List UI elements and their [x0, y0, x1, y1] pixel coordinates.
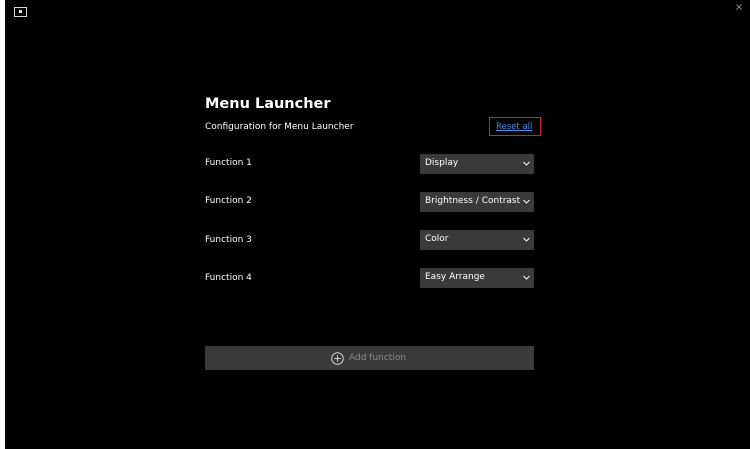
function-4-label: Function 4 — [205, 273, 252, 283]
app-icon — [14, 7, 27, 17]
close-button[interactable]: × — [733, 2, 745, 14]
reset-all-link[interactable]: Reset all — [496, 122, 532, 132]
menu-launcher-window: × Menu Launcher Configuration for Menu L… — [5, 0, 750, 449]
chevron-down-icon — [523, 161, 530, 166]
function-3-label: Function 3 — [205, 235, 252, 245]
add-function-content: Add function — [331, 351, 406, 365]
page-subtitle: Configuration for Menu Launcher — [205, 122, 354, 132]
page-title: Menu Launcher — [205, 96, 331, 112]
function-2-label: Function 2 — [205, 196, 252, 206]
function-3-select[interactable]: Color — [420, 230, 534, 250]
function-4-select[interactable]: Easy Arrange — [420, 268, 534, 288]
add-function-button[interactable]: Add function — [205, 346, 534, 370]
function-3-value: Color — [425, 234, 449, 244]
chevron-down-icon — [523, 275, 530, 280]
function-2-value: Brightness / Contrast — [425, 196, 521, 206]
function-1-select[interactable]: Display — [420, 154, 534, 174]
plus-circle-icon — [331, 351, 344, 365]
function-4-value: Easy Arrange — [425, 272, 485, 282]
add-function-label: Add function — [349, 353, 407, 363]
function-1-value: Display — [425, 158, 459, 168]
chevron-down-icon — [523, 237, 530, 242]
function-2-select[interactable]: Brightness / Contrast — [420, 192, 534, 212]
function-1-label: Function 1 — [205, 158, 252, 168]
chevron-down-icon — [523, 199, 530, 204]
